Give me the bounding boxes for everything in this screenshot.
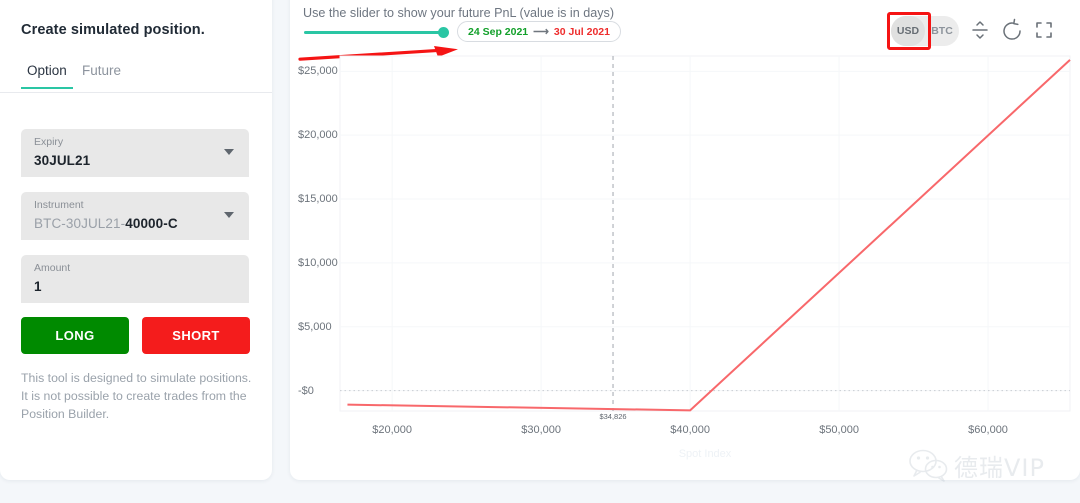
cursor-price-label: $34,826 — [599, 412, 627, 421]
pnl-chart: Deribit -$0$5,000$10,000$15,000$20,000$2… — [290, 52, 1080, 480]
date-range-end: 30 Jul 2021 — [553, 25, 610, 38]
split-axis-icon[interactable] — [968, 18, 992, 42]
watermark-text: 德瑞VIP — [954, 454, 1045, 482]
amount-value[interactable]: 1 — [34, 279, 42, 294]
app-root: Create simulated position. Option Future… — [0, 0, 1080, 503]
pnl-chart-panel: Use the slider to show your future PnL (… — [290, 0, 1080, 480]
slider-caption: Use the slider to show your future PnL (… — [303, 6, 615, 20]
tab-bar: Option Future — [0, 58, 272, 93]
chevron-down-icon — [224, 149, 234, 155]
amount-input[interactable]: Amount 1 — [21, 255, 249, 303]
chevron-down-icon — [224, 212, 234, 218]
currency-option-btc[interactable]: BTC — [925, 16, 959, 46]
short-button[interactable]: SHORT — [142, 317, 250, 354]
x-axis-tick-label: $30,000 — [521, 424, 561, 436]
date-range-start: 24 Sep 2021 — [468, 25, 529, 38]
x-axis-tick-label: $60,000 — [968, 424, 1008, 436]
expiry-value: 30JUL21 — [34, 153, 91, 168]
plot-area — [339, 55, 1071, 412]
date-slider-track[interactable] — [304, 31, 446, 34]
watermark: 德瑞VIP — [908, 448, 1045, 483]
date-slider-thumb[interactable] — [438, 27, 449, 38]
instrument-label: Instrument — [34, 199, 84, 211]
x-axis-tick-label: $40,000 — [670, 424, 710, 436]
instrument-strike: 40000-C — [125, 216, 178, 231]
currency-toggle[interactable]: USD BTC — [891, 16, 959, 46]
expiry-label: Expiry — [34, 136, 64, 148]
expiry-select[interactable]: Expiry 30JUL21 — [21, 129, 249, 177]
amount-label: Amount — [34, 262, 71, 274]
currency-option-usd[interactable]: USD — [891, 16, 925, 46]
reset-icon[interactable] — [1000, 18, 1024, 42]
tab-option[interactable]: Option — [21, 62, 73, 89]
position-builder-panel: Create simulated position. Option Future… — [0, 0, 272, 480]
long-button[interactable]: LONG — [21, 317, 129, 354]
x-axis-title: Spot Index — [678, 448, 732, 460]
disclaimer-text: This tool is designed to simulate positi… — [21, 371, 252, 421]
x-axis-tick-label: $20,000 — [372, 424, 413, 436]
arrow-right-icon: ⟶ — [533, 26, 549, 38]
fullscreen-icon[interactable] — [1032, 18, 1056, 42]
instrument-prefix: BTC-30JUL21- — [34, 216, 126, 231]
wechat-icon — [909, 449, 948, 482]
tab-future[interactable]: Future — [76, 62, 127, 87]
page-title: Create simulated position. — [21, 22, 205, 38]
instrument-value: BTC-30JUL21-40000-C — [34, 216, 178, 231]
date-range-badge: 24 Sep 2021 ⟶ 30 Jul 2021 — [457, 21, 621, 42]
instrument-select[interactable]: Instrument BTC-30JUL21-40000-C — [21, 192, 249, 240]
x-axis-tick-label: $50,000 — [819, 424, 859, 436]
